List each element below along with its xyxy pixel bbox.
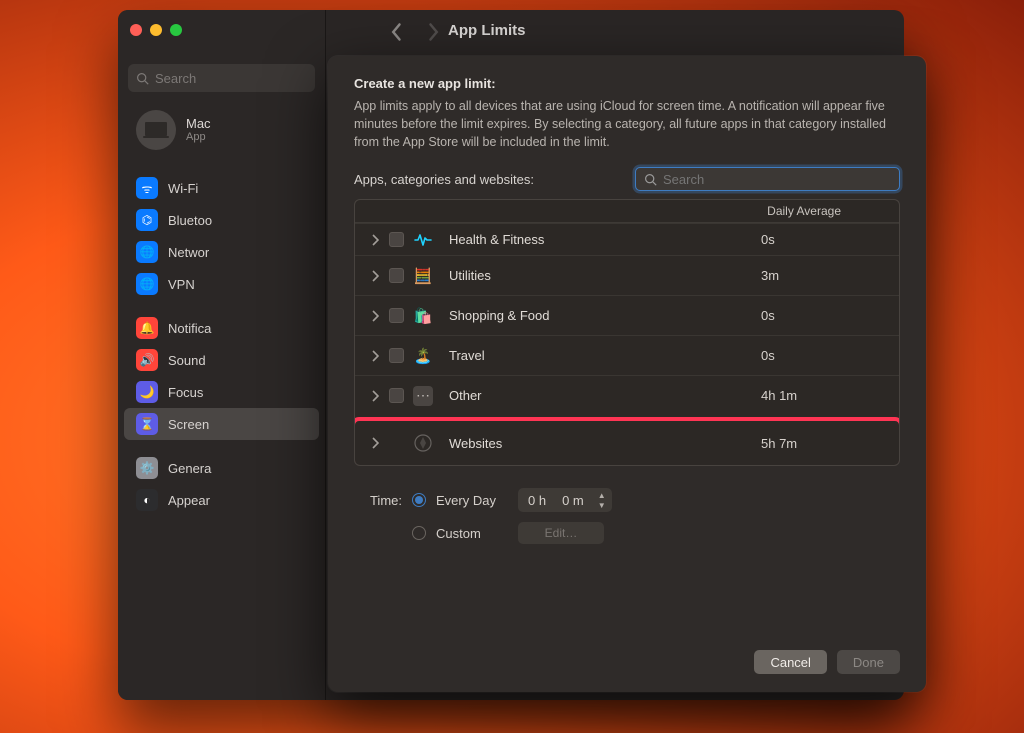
category-time: 5h 7m [761,436,891,451]
category-utilities[interactable]: 🧮 Utilities 3m [355,255,899,295]
compass-icon [413,433,433,453]
categories-label: Apps, categories and websites: [354,172,534,187]
sidebar-search[interactable]: Search [128,64,315,92]
expand-chevron[interactable] [361,390,389,402]
category-checkbox[interactable] [389,308,404,323]
category-time: 0s [761,232,891,247]
sidebar-item-screentime[interactable]: ⌛Screen [124,408,319,440]
category-name: Utilities [443,268,761,283]
category-health-fitness[interactable]: Health & Fitness 0s [355,223,899,255]
category-name: Travel [443,348,761,363]
category-time: 0s [761,348,891,363]
search-icon [136,72,149,85]
travel-icon: 🏝️ [413,346,433,366]
category-other[interactable]: ⋯ Other 4h 1m [355,375,899,415]
expand-chevron[interactable] [361,234,389,246]
daily-average-header: Daily Average [767,204,881,218]
category-name: Other [443,388,761,403]
wifi-icon: ᯤ [136,177,158,199]
sidebar-item-vpn[interactable]: 🌐VPN [124,268,319,300]
profile-avatar [136,110,176,150]
category-time: 0s [761,308,891,323]
sidebar-item-sound[interactable]: 🔊Sound [124,344,319,376]
modal-search-input[interactable] [663,172,891,187]
expand-chevron[interactable] [361,310,389,322]
close-button[interactable] [130,24,142,36]
category-name: Health & Fitness [443,232,761,247]
every-day-radio[interactable] [412,493,426,507]
bluetooth-icon: ⌬ [136,209,158,231]
edit-button[interactable]: Edit… [518,522,604,544]
sidebar-search-placeholder: Search [155,71,196,86]
minutes-value: 0 m [562,493,584,508]
custom-radio[interactable] [412,526,426,540]
stepper-arrows: ▲ ▼ [596,490,608,510]
category-checkbox[interactable] [389,388,404,403]
cancel-button[interactable]: Cancel [754,650,826,674]
category-shopping-food[interactable]: 🛍️ Shopping & Food 0s [355,295,899,335]
minimize-button[interactable] [150,24,162,36]
highlight-annotation: Websites 5h 7m [354,417,900,466]
sidebar-item-network[interactable]: 🌐Networ [124,236,319,268]
profile-row[interactable]: Mac App [124,102,319,158]
modal-title: Create a new app limit: [354,76,900,91]
time-area: Time: Every Day 0 h 0 m ▲ ▼ Custom Edit… [354,488,900,544]
gear-icon: ⚙️ [136,457,158,479]
sidebar: Search Mac App ᯤWi-Fi ⌬Bluetoo 🌐Networ 🌐… [118,10,326,700]
expand-chevron[interactable] [361,270,389,282]
category-websites[interactable]: Websites 5h 7m [355,421,899,465]
hourglass-icon: ⌛ [136,413,158,435]
modal-description: App limits apply to all devices that are… [354,97,900,151]
sound-icon: 🔊 [136,349,158,371]
other-icon: ⋯ [413,386,433,406]
sidebar-item-general[interactable]: ⚙️Genera [124,452,319,484]
expand-chevron[interactable] [361,437,389,449]
sidebar-item-bluetooth[interactable]: ⌬Bluetoo [124,204,319,236]
done-button[interactable]: Done [837,650,900,674]
bell-icon: 🔔 [136,317,158,339]
maximize-button[interactable] [170,24,182,36]
profile-sub: App [186,131,211,144]
category-checkbox[interactable] [389,268,404,283]
network-icon: 🌐 [136,241,158,263]
categories-list: Daily Average Health & Fitness 0s 🧮 Util… [354,199,900,466]
every-day-label: Every Day [436,493,508,508]
moon-icon: 🌙 [136,381,158,403]
profile-texts: Mac App [186,116,211,145]
modal-search[interactable] [635,167,900,191]
expand-chevron[interactable] [361,350,389,362]
sidebar-item-notifications[interactable]: 🔔Notifica [124,312,319,344]
health-fitness-icon [413,230,433,250]
time-label: Time: [354,493,402,508]
sidebar-item-wifi[interactable]: ᯤWi-Fi [124,172,319,204]
category-time: 3m [761,268,891,283]
utilities-icon: 🧮 [413,266,433,286]
category-checkbox[interactable] [389,348,404,363]
modal-footer: Cancel Done [354,650,900,674]
category-name: Shopping & Food [443,308,761,323]
appearance-icon: ◐ [136,489,158,511]
sidebar-item-focus[interactable]: 🌙Focus [124,376,319,408]
custom-label: Custom [436,526,508,541]
create-app-limit-modal: Create a new app limit: App limits apply… [328,56,926,692]
vpn-icon: 🌐 [136,273,158,295]
category-travel[interactable]: 🏝️ Travel 0s [355,335,899,375]
list-header: Daily Average [355,200,899,223]
sidebar-item-appearance[interactable]: ◐Appear [124,484,319,516]
time-stepper[interactable]: 0 h 0 m ▲ ▼ [518,488,612,512]
category-name: Websites [443,436,761,451]
hours-value: 0 h [528,493,546,508]
category-time: 4h 1m [761,388,891,403]
stepper-up[interactable]: ▲ [596,490,608,500]
category-checkbox[interactable] [389,232,404,247]
traffic-lights [130,24,182,36]
profile-name: Mac [186,116,211,132]
shopping-icon: 🛍️ [413,306,433,326]
stepper-down[interactable]: ▼ [596,500,608,510]
search-icon [644,173,657,186]
